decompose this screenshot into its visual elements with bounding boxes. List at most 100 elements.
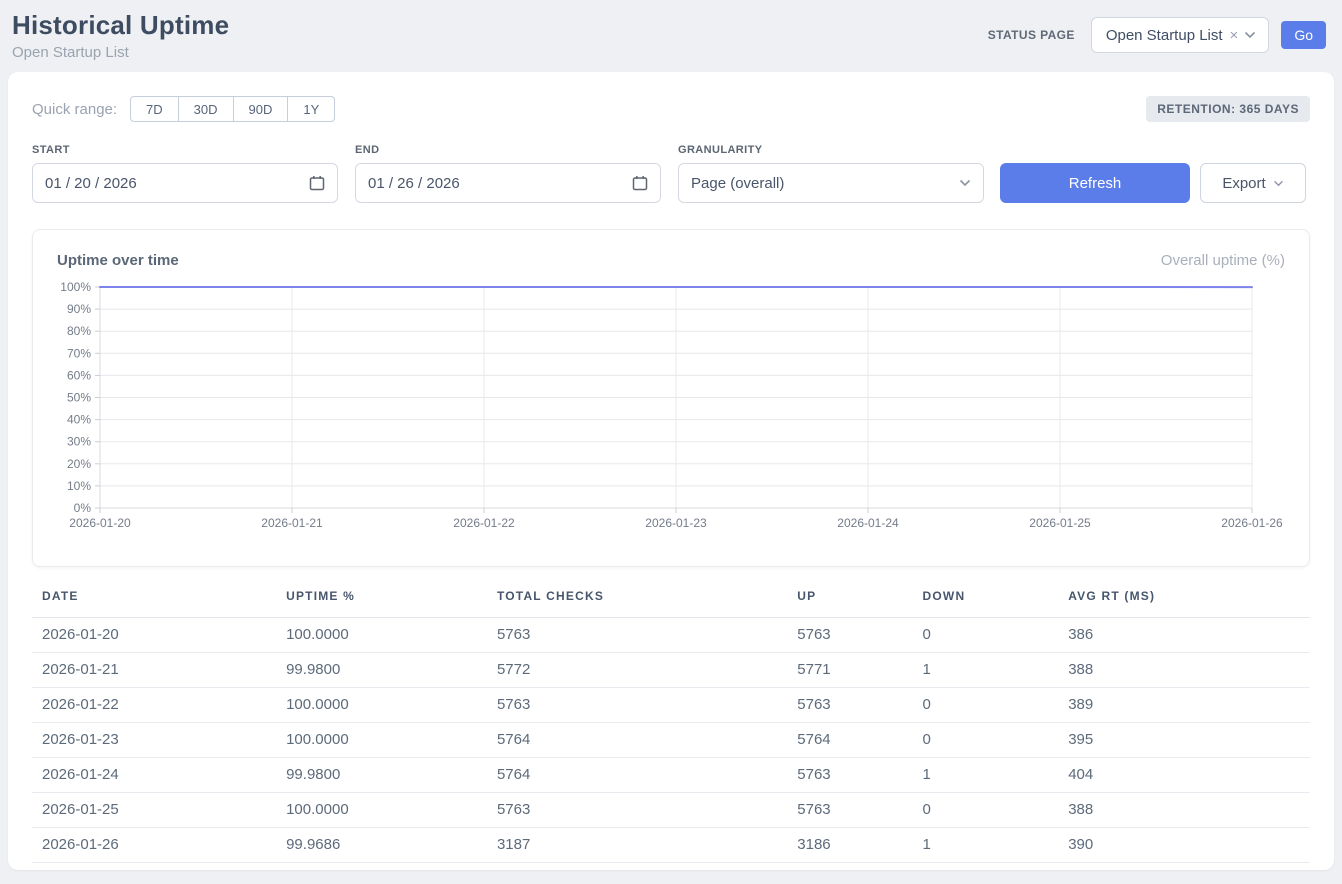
table-cell: 99.9686 [276, 828, 487, 863]
svg-text:2026-01-23: 2026-01-23 [645, 516, 707, 530]
status-page-label: STATUS PAGE [988, 28, 1075, 42]
table-cell: 2026-01-22 [32, 688, 276, 723]
table-cell: 0 [913, 618, 1059, 653]
table-cell: 2026-01-24 [32, 758, 276, 793]
table-cell: 2026-01-23 [32, 723, 276, 758]
page-subtitle: Open Startup List [12, 44, 229, 61]
table-cell: 1 [913, 758, 1059, 793]
svg-text:100%: 100% [60, 280, 91, 294]
end-date-input[interactable]: 01 / 26 / 2026 [355, 163, 661, 203]
table-body: 2026-01-20100.00005763576303862026-01-21… [32, 618, 1310, 863]
svg-text:90%: 90% [67, 302, 91, 316]
table-cell: 3187 [487, 828, 787, 863]
svg-text:2026-01-22: 2026-01-22 [453, 516, 515, 530]
quick-range-90d[interactable]: 90D [233, 96, 289, 122]
table-cell: 390 [1058, 828, 1310, 863]
table-cell: 5763 [487, 688, 787, 723]
svg-text:80%: 80% [67, 324, 91, 338]
table-cell: 5763 [487, 793, 787, 828]
table-header-row: DATEUPTIME %TOTAL CHECKSUPDOWNAVG RT (MS… [32, 589, 1310, 618]
svg-text:0%: 0% [74, 501, 92, 515]
quick-range-label: Quick range: [32, 101, 117, 118]
refresh-button[interactable]: Refresh [1000, 163, 1190, 203]
table-cell: 5763 [787, 688, 912, 723]
table-row: 2026-01-20100.0000576357630386 [32, 618, 1310, 653]
table-cell: 5763 [487, 618, 787, 653]
svg-text:2026-01-25: 2026-01-25 [1029, 516, 1091, 530]
chevron-down-icon [1244, 31, 1256, 39]
table-cell: 1 [913, 653, 1059, 688]
calendar-icon[interactable] [309, 175, 325, 191]
chevron-down-icon [959, 179, 971, 187]
column-header: TOTAL CHECKS [487, 589, 787, 618]
chevron-down-icon [1273, 180, 1284, 187]
column-header: DATE [32, 589, 276, 618]
status-page-select[interactable]: Open Startup List × [1091, 17, 1270, 53]
end-label: END [355, 144, 661, 156]
quick-range-group: 7D30D90D1Y [130, 96, 335, 122]
table-cell: 99.9800 [276, 653, 487, 688]
table-cell: 2026-01-25 [32, 793, 276, 828]
svg-text:30%: 30% [67, 435, 91, 449]
retention-badge: RETENTION: 365 DAYS [1146, 96, 1310, 122]
page-header: Historical Uptime Open Startup List STAT… [0, 0, 1342, 72]
svg-text:40%: 40% [67, 413, 91, 427]
quick-range-30d[interactable]: 30D [178, 96, 234, 122]
table-cell: 3186 [787, 828, 912, 863]
clear-icon[interactable]: × [1230, 27, 1239, 44]
status-page-select-value: Open Startup List [1106, 27, 1223, 44]
table-cell: 100.0000 [276, 618, 487, 653]
column-header: DOWN [913, 589, 1059, 618]
table-cell: 5772 [487, 653, 787, 688]
uptime-chart: 0%10%20%30%40%50%60%70%80%90%100%2026-01… [57, 277, 1283, 535]
granularity-select[interactable]: Page (overall) [678, 163, 984, 203]
title-block: Historical Uptime Open Startup List [12, 10, 229, 61]
table-cell: 0 [913, 688, 1059, 723]
table-cell: 5771 [787, 653, 912, 688]
table-cell: 404 [1058, 758, 1310, 793]
table-cell: 395 [1058, 723, 1310, 758]
table-row: 2026-01-2199.9800577257711388 [32, 653, 1310, 688]
table-cell: 100.0000 [276, 723, 487, 758]
export-button[interactable]: Export [1200, 163, 1306, 203]
table-cell: 5764 [487, 723, 787, 758]
chart-legend: Overall uptime (%) [1161, 252, 1285, 269]
quick-range-1y[interactable]: 1Y [287, 96, 335, 122]
table-row: 2026-01-23100.0000576457640395 [32, 723, 1310, 758]
filters-row: START 01 / 20 / 2026 END 01 / 26 / 2026 [32, 144, 1310, 203]
table-cell: 5763 [787, 793, 912, 828]
table-cell: 5764 [787, 723, 912, 758]
column-header: UP [787, 589, 912, 618]
table-cell: 100.0000 [276, 793, 487, 828]
svg-text:70%: 70% [67, 346, 91, 360]
svg-text:2026-01-26: 2026-01-26 [1221, 516, 1283, 530]
start-date-input[interactable]: 01 / 20 / 2026 [32, 163, 338, 203]
uptime-table: DATEUPTIME %TOTAL CHECKSUPDOWNAVG RT (MS… [32, 589, 1310, 863]
table-cell: 0 [913, 723, 1059, 758]
go-button[interactable]: Go [1281, 21, 1326, 49]
table-cell: 5763 [787, 618, 912, 653]
start-label: START [32, 144, 338, 156]
main-panel: Quick range: 7D30D90D1Y RETENTION: 365 D… [8, 72, 1334, 870]
svg-text:20%: 20% [67, 457, 91, 471]
svg-text:10%: 10% [67, 479, 91, 493]
table-cell: 1 [913, 828, 1059, 863]
table-cell: 386 [1058, 618, 1310, 653]
table-cell: 388 [1058, 653, 1310, 688]
calendar-icon[interactable] [632, 175, 648, 191]
table-row: 2026-01-2699.9686318731861390 [32, 828, 1310, 863]
table-row: 2026-01-2499.9800576457631404 [32, 758, 1310, 793]
table-row: 2026-01-22100.0000576357630389 [32, 688, 1310, 723]
svg-text:50%: 50% [67, 391, 91, 405]
end-date-value: 01 / 26 / 2026 [368, 175, 460, 192]
chart-card: Uptime over time Overall uptime (%) 0%10… [32, 229, 1310, 567]
granularity-label: GRANULARITY [678, 144, 984, 156]
header-controls: STATUS PAGE Open Startup List × Go [988, 17, 1326, 53]
start-date-value: 01 / 20 / 2026 [45, 175, 137, 192]
quick-range-row: Quick range: 7D30D90D1Y RETENTION: 365 D… [32, 96, 1310, 122]
table-cell: 0 [913, 793, 1059, 828]
table-cell: 99.9800 [276, 758, 487, 793]
page-title: Historical Uptime [12, 10, 229, 41]
quick-range-7d[interactable]: 7D [130, 96, 179, 122]
table-cell: 2026-01-20 [32, 618, 276, 653]
